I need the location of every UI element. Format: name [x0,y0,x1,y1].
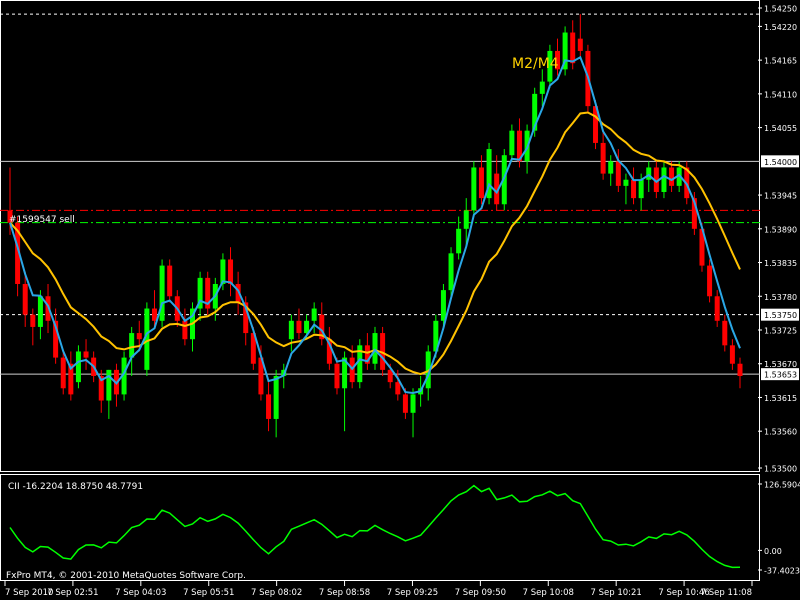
price-tick-label: 1.54250 [764,5,797,14]
price-tick-label: 1.53780 [764,293,797,302]
candle-body [304,320,310,334]
candle-body [463,210,469,229]
time-tick-label: 7 Sep 04:03 [115,588,166,598]
time-tick-label: 7 Sep 09:25 [387,588,438,598]
price-tick-label: 1.53725 [764,327,797,336]
time-tick-label: 7 Sep 05:51 [183,588,234,598]
price-tick-label: 1.54220 [764,23,797,32]
candle-body [136,333,142,340]
price-tick-label: 1.53835 [764,259,797,268]
candle-body [608,161,614,174]
chart-canvas: M2/M4 #1599547 sell 1.54250 1.54220 1.5416… [0,0,800,598]
candle-body [440,290,446,321]
time-tick-label: 7 Sep 2010 [5,588,53,598]
candle-body [372,333,378,364]
candle-body [729,345,735,364]
main-panel-frame [0,0,760,472]
copyright-footer: FxPro MT4, © 2001-2010 MetaQuotes Softwa… [6,571,246,581]
candle-body [37,296,43,327]
candle-body [707,265,713,297]
price-axis: 1.54250 1.54220 1.54165 1.54110 1.54055 1.540… [758,5,799,474]
candle-body [75,351,81,383]
candle-body [539,81,545,94]
price-levels [0,13,760,375]
price-tick-label: 1.54055 [764,124,797,133]
candle-body [577,38,583,51]
candle-body [600,142,606,174]
candle-body [22,284,28,315]
candle-body [669,167,675,186]
price-tick-label: 1.53615 [764,394,797,403]
candle-body [288,320,294,340]
order-label: #1599547 sell [9,215,75,225]
candle-body [410,394,416,413]
price-tick-label: 1.53560 [764,428,797,437]
candle-body [714,296,720,321]
candle-body [60,357,66,389]
candle-body [266,394,272,419]
price-highlight-label: 1.54000 [764,158,797,167]
price-tick-label: 1.54165 [764,57,797,66]
time-tick-label: 7 Sep 08:02 [251,588,302,598]
indicator-tick-label: 0.00 [764,547,782,556]
candle-body [456,228,462,254]
indicator-tick-label: -37.4023 [764,567,800,576]
candle-body [228,259,234,284]
candle-body [151,308,157,321]
candle-body [129,333,135,358]
time-tick-label: 7 Sep 11:08 [701,588,752,598]
time-tick-label: 7 Sep 10:08 [523,588,574,598]
candle-body [106,369,112,401]
candle-body [646,167,652,180]
price-tick-label: 1.53670 [764,360,797,369]
candle-body [83,351,89,358]
candle-body [395,382,401,395]
cii-oscillator-line [9,484,741,569]
time-axis: 7 Sep 20107 Sep 02:51 7 Sep 04:03 7 Sep 05… [4,581,753,598]
candle-body [661,167,667,192]
indicator-tick-label: 126.5904 [764,481,800,490]
candle-body [167,265,173,297]
candle-body [182,320,188,340]
candle-body [509,130,515,156]
price-tick-label: 1.53945 [764,192,797,201]
candle-body [478,167,484,199]
price-tick-label: 1.54110 [764,90,797,99]
candle-body [737,363,743,376]
candle-body [159,265,165,321]
chart-annotation: M2/M4 [512,56,559,72]
indicator-title: CII -16.2204 18.8750 48.7791 [8,482,143,492]
price-highlight-label: 1.53653 [764,371,797,380]
candle-body [570,32,576,64]
time-tick-label: 7 Sep 08:58 [319,588,370,598]
indicator-axis: 126.5904 0.00 -37.4023 [758,481,800,576]
price-tick-label: 1.53890 [764,225,797,234]
candle-body [722,320,728,346]
time-tick-label: 7 Sep 02:51 [47,588,98,598]
candle-body [273,376,279,419]
candle-body [30,314,36,327]
candle-body [448,253,454,291]
time-tick-label: 7 Sep 09:50 [455,588,506,598]
candle-body [334,363,340,389]
candle-body [631,179,637,199]
candle-body [623,179,629,186]
price-highlight-label: 1.53750 [764,311,797,320]
candle-body [296,320,302,334]
candle-body [471,167,477,211]
price-tick-label: 1.53500 [764,465,797,474]
time-tick-label: 7 Sep 10:21 [591,588,642,598]
candle-body [638,179,644,199]
candle-body [311,308,317,321]
candle-body [402,394,408,413]
candle-body [615,161,621,186]
